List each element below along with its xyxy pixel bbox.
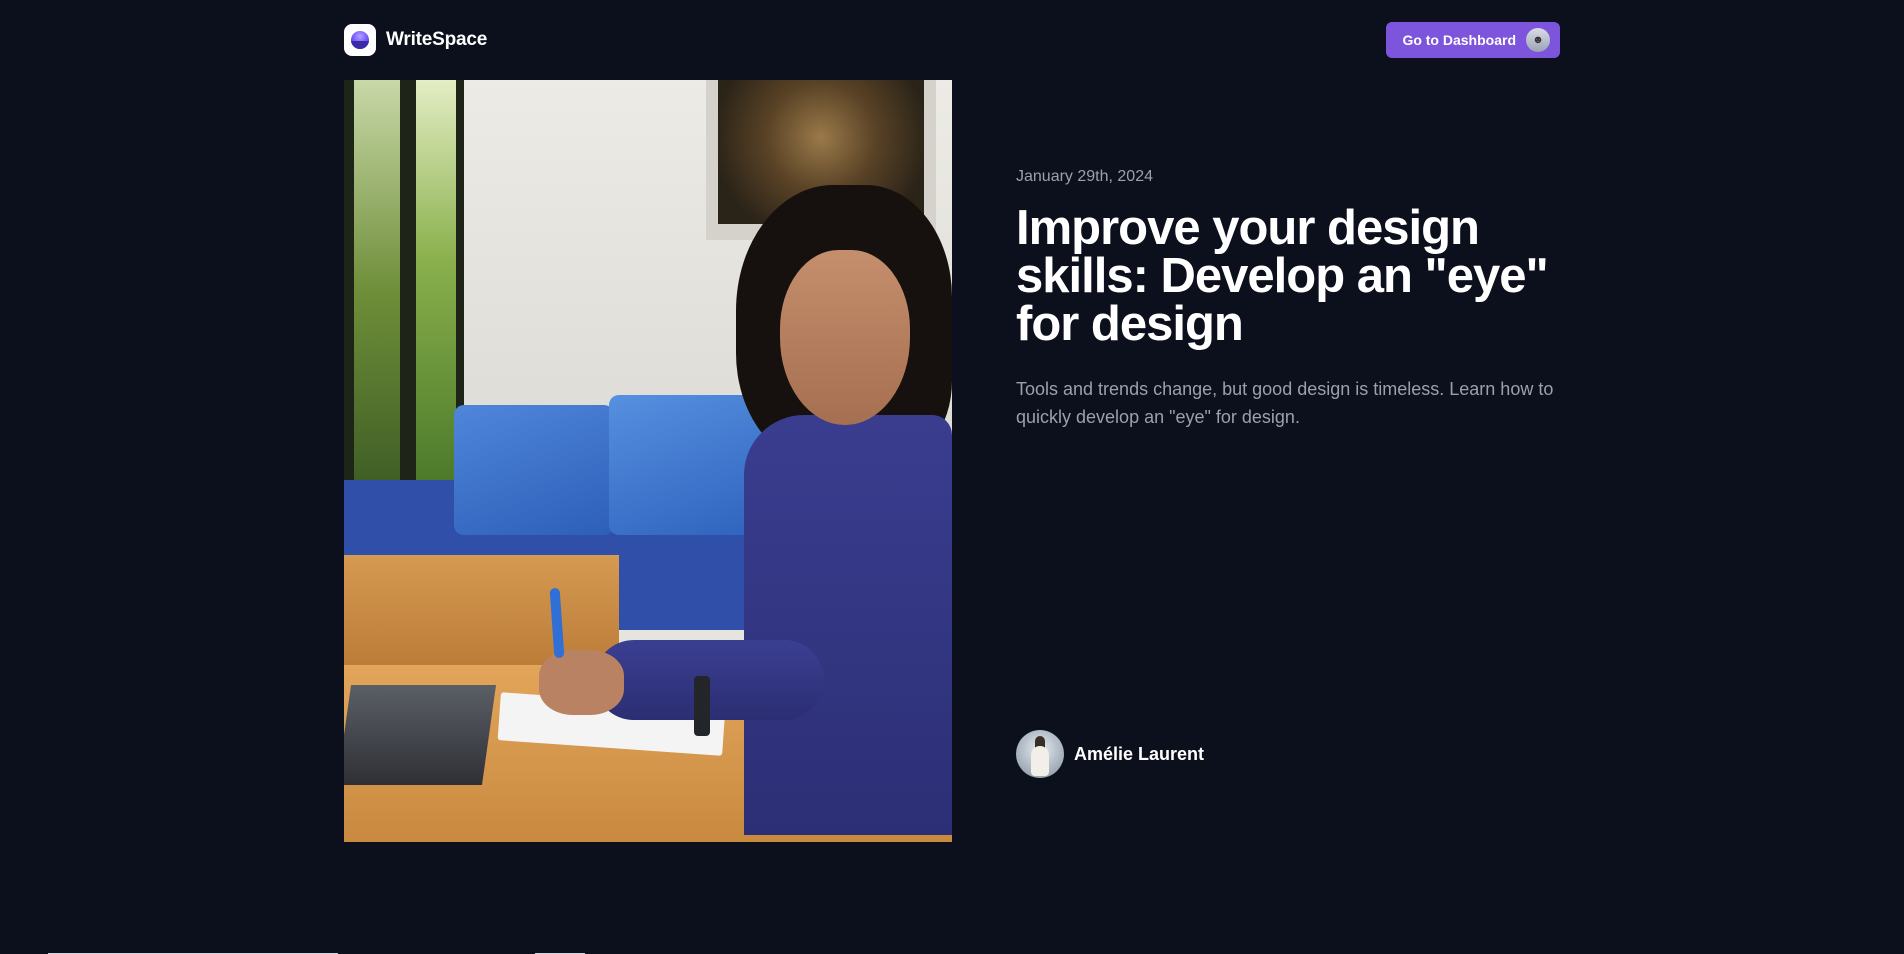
author-avatar-icon <box>1016 730 1064 778</box>
brand-name: WriteSpace <box>386 29 488 50</box>
top-header: WriteSpace Go to Dashboard ☻ <box>344 22 1560 58</box>
go-to-dashboard-button[interactable]: Go to Dashboard ☻ <box>1386 22 1560 58</box>
author-profile-link[interactable]: Amélie Laurent <box>1016 730 1204 778</box>
writespace-logo-icon <box>344 24 376 56</box>
article-summary: Tools and trends change, but good design… <box>1016 379 1554 427</box>
user-avatar-icon: ☻ <box>1526 28 1550 52</box>
article-intro: January 29th, 2024 Improve your design s… <box>1016 168 1560 431</box>
article-hero-image <box>344 80 952 842</box>
page: WriteSpace Go to Dashboard ☻ January 29t… <box>0 0 1904 954</box>
author-name: Amélie Laurent <box>1074 743 1205 764</box>
brand-home-link[interactable]: WriteSpace <box>344 24 487 56</box>
article-date: January 29th, 2024 <box>1016 168 1153 185</box>
dashboard-button-label: Go to Dashboard <box>1402 32 1516 48</box>
article-title: Improve your design skills: Develop an "… <box>1016 201 1549 351</box>
